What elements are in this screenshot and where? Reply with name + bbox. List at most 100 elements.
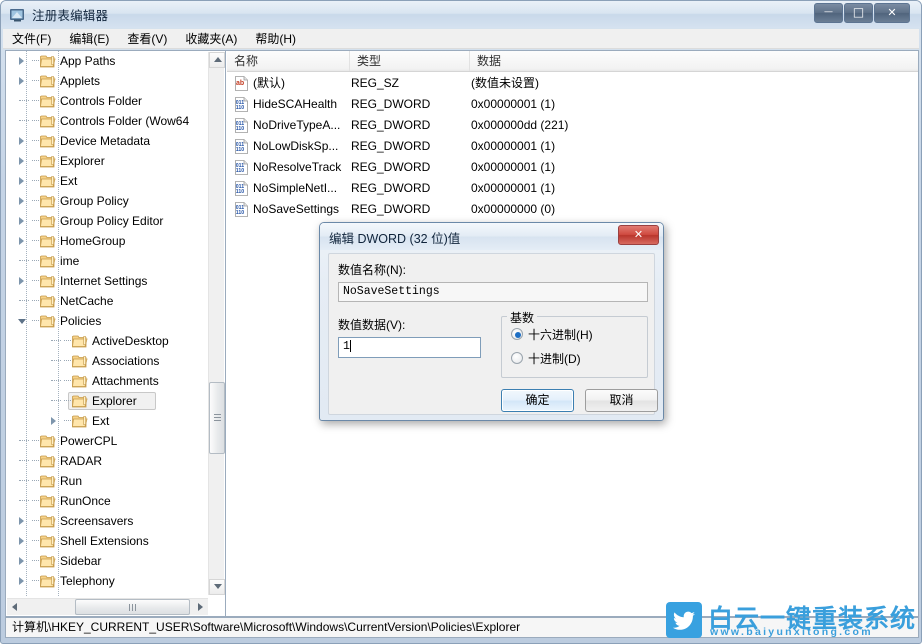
- expand-arrow-icon[interactable]: [18, 517, 27, 526]
- menu-item-file[interactable]: 文件(F): [3, 29, 60, 49]
- menu-item-help[interactable]: 帮助(H): [246, 29, 305, 49]
- value-row[interactable]: ab (默认) REG_SZ (数值未设置): [227, 73, 918, 94]
- dword-value-icon: 011 110: [234, 202, 249, 217]
- tree-item-explorer[interactable]: Explorer: [6, 151, 208, 171]
- tree-item-label: ActiveDesktop: [92, 334, 169, 348]
- column-header-name[interactable]: 名称: [227, 51, 350, 71]
- tree-item-controls-folder-wow64[interactable]: Controls Folder (Wow64: [6, 111, 208, 131]
- expand-arrow-icon[interactable]: [18, 237, 27, 246]
- value-row[interactable]: 011 110 NoLowDiskSp... REG_DWORD 0x00000001 …: [227, 136, 918, 157]
- menu-item-edit[interactable]: 编辑(E): [60, 29, 118, 49]
- tree-item-label: App Paths: [60, 54, 116, 68]
- text-caret: [349, 339, 351, 352]
- tree-item-group-policy[interactable]: Group Policy: [6, 191, 208, 211]
- expand-arrow-icon[interactable]: [18, 137, 27, 146]
- scroll-left-arrow[interactable]: [7, 599, 23, 615]
- tree-item-sidebar[interactable]: Sidebar: [6, 551, 208, 571]
- tree-item-ime[interactable]: ime: [6, 251, 208, 271]
- value-data-cell: 0x00000001 (1): [471, 139, 556, 153]
- tree-scroll-thumb[interactable]: [209, 382, 225, 454]
- tree-item-group-policy-editor[interactable]: Group Policy Editor: [6, 211, 208, 231]
- menu-item-favorites[interactable]: 收藏夹(A): [176, 29, 246, 49]
- dialog-title: 编辑 DWORD (32 位)值: [329, 232, 461, 246]
- value-type-cell: REG_DWORD: [351, 118, 431, 132]
- value-type-cell: REG_DWORD: [351, 97, 431, 111]
- minimize-button[interactable]: [814, 3, 843, 23]
- expand-arrow-icon[interactable]: [18, 217, 27, 226]
- expand-arrow-icon[interactable]: [18, 77, 27, 86]
- tree-horizontal-scrollbar[interactable]: [7, 598, 208, 615]
- tree-connector: [19, 440, 29, 441]
- tree-item-policies[interactable]: Policies: [6, 311, 208, 331]
- scroll-down-arrow[interactable]: [209, 579, 225, 595]
- tree-vertical-scrollbar[interactable]: [208, 52, 225, 595]
- menu-item-view[interactable]: 查看(V): [118, 29, 176, 49]
- tree-item-label: Group Policy Editor: [60, 214, 164, 228]
- column-header-data[interactable]: 数据: [470, 51, 918, 71]
- expand-arrow-icon[interactable]: [18, 277, 27, 286]
- tree-connector: [64, 380, 71, 381]
- value-name-input[interactable]: NoSaveSettings: [338, 282, 648, 302]
- tree-item-attachments[interactable]: Attachments: [6, 371, 208, 391]
- expand-arrow-icon[interactable]: [18, 157, 27, 166]
- tree-item-activedesktop[interactable]: ActiveDesktop: [6, 331, 208, 351]
- maximize-button[interactable]: [844, 3, 873, 23]
- radio-decimal-indicator: [511, 352, 523, 364]
- folder-icon: [40, 474, 56, 488]
- title-bar: 注册表编辑器: [1, 1, 921, 28]
- tree-item-netcache[interactable]: NetCache: [6, 291, 208, 311]
- tree-item-explorer[interactable]: Explorer: [6, 391, 208, 411]
- dialog-close-icon[interactable]: [618, 225, 659, 245]
- tree-item-shell-extensions[interactable]: Shell Extensions: [6, 531, 208, 551]
- scroll-right-arrow[interactable]: [192, 599, 208, 615]
- tree-item-ext[interactable]: Ext: [6, 411, 208, 431]
- folder-icon: [40, 114, 56, 128]
- tree-item-homegroup[interactable]: HomeGroup: [6, 231, 208, 251]
- tree-item-associations[interactable]: Associations: [6, 351, 208, 371]
- tree-item-telephony[interactable]: Telephony: [6, 571, 208, 591]
- dword-value-icon: 011 110: [234, 97, 249, 112]
- dialog-body: 数值名称(N): NoSaveSettings 数值数据(V): 1 基数 十六…: [328, 253, 658, 415]
- tree-item-applets[interactable]: Applets: [6, 71, 208, 91]
- scroll-up-arrow[interactable]: [209, 52, 225, 68]
- expand-arrow-icon[interactable]: [18, 557, 27, 566]
- tree-item-label: Explorer: [92, 394, 137, 408]
- close-button[interactable]: [874, 3, 910, 23]
- tree-item-run[interactable]: Run: [6, 471, 208, 491]
- value-row[interactable]: 011 110 HideSCAHealth REG_DWORD 0x00000001 (…: [227, 94, 918, 115]
- cancel-button[interactable]: 取消: [585, 389, 658, 412]
- expand-arrow-icon[interactable]: [18, 537, 27, 546]
- value-row[interactable]: 011 110 NoSimpleNetI... REG_DWORD 0x00000001…: [227, 178, 918, 199]
- ok-button[interactable]: 确定: [501, 389, 574, 412]
- column-header-type[interactable]: 类型: [350, 51, 470, 71]
- expand-arrow-icon[interactable]: [18, 57, 27, 66]
- tree-item-powercpl[interactable]: PowerCPL: [6, 431, 208, 451]
- tree-item-radar[interactable]: RADAR: [6, 451, 208, 471]
- tree-item-screensavers[interactable]: Screensavers: [6, 511, 208, 531]
- tree-connector: [32, 80, 39, 81]
- tree-item-internet-settings[interactable]: Internet Settings: [6, 271, 208, 291]
- dword-value-icon: 011 110: [234, 181, 249, 196]
- expand-arrow-icon[interactable]: [18, 177, 27, 186]
- tree-item-runonce[interactable]: RunOnce: [6, 491, 208, 511]
- tree-item-ext[interactable]: Ext: [6, 171, 208, 191]
- registry-tree-pane[interactable]: App Paths Applets Controls Folder Controls …: [6, 51, 226, 616]
- expand-arrow-icon[interactable]: [50, 417, 59, 426]
- tree-item-label: Ext: [60, 174, 78, 188]
- tree-connector: [32, 460, 39, 461]
- collapse-arrow-icon[interactable]: [18, 317, 27, 326]
- value-row[interactable]: 011 110 NoResolveTrack REG_DWORD 0x00000001 …: [227, 157, 918, 178]
- value-row[interactable]: 011 110 NoSaveSettings REG_DWORD 0x00000000 …: [227, 199, 918, 220]
- tree-item-device-metadata[interactable]: Device Metadata: [6, 131, 208, 151]
- tree-hscroll-thumb[interactable]: [75, 599, 190, 615]
- tree-connector: [32, 60, 39, 61]
- expand-arrow-icon[interactable]: [18, 197, 27, 206]
- tree-item-app-paths[interactable]: App Paths: [6, 51, 208, 71]
- tree-item-controls-folder[interactable]: Controls Folder: [6, 91, 208, 111]
- tree-connector: [19, 480, 29, 481]
- value-data-input[interactable]: 1: [338, 337, 481, 358]
- tree-connector: [64, 340, 71, 341]
- tree-item-label: Screensavers: [60, 514, 134, 528]
- value-row[interactable]: 011 110 NoDriveTypeA... REG_DWORD 0x000000dd…: [227, 115, 918, 136]
- expand-arrow-icon[interactable]: [18, 577, 27, 586]
